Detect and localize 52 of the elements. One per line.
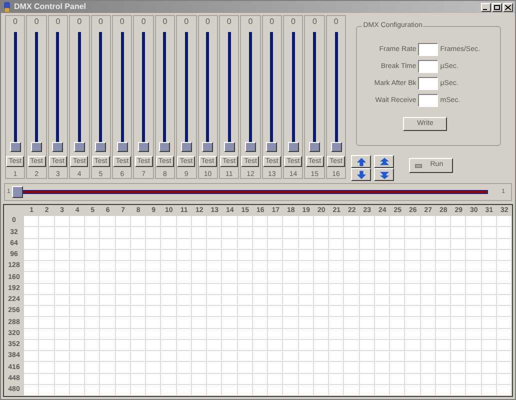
close-button[interactable] bbox=[503, 2, 513, 12]
fader-thumb[interactable] bbox=[159, 142, 170, 152]
fader-thumb[interactable] bbox=[180, 142, 192, 152]
input-field[interactable] bbox=[418, 77, 438, 90]
channel-value: 0 bbox=[98, 18, 103, 26]
channel-value: 0 bbox=[162, 18, 168, 26]
channel-value: 0 bbox=[334, 18, 338, 26]
fader-thumb[interactable] bbox=[74, 142, 85, 152]
fader-thumb[interactable] bbox=[138, 142, 150, 152]
channel-value: 0 bbox=[34, 18, 39, 26]
maximize-button[interactable] bbox=[492, 2, 502, 12]
app-icon bbox=[3, 2, 11, 12]
up-arrow-button[interactable] bbox=[351, 155, 372, 168]
bank-slider-thumb[interactable] bbox=[12, 186, 24, 198]
fader-thumb[interactable] bbox=[31, 142, 42, 152]
fader-thumb[interactable] bbox=[116, 142, 128, 152]
up-arrow-button[interactable] bbox=[374, 155, 394, 168]
maximize-icon bbox=[494, 4, 500, 10]
close-icon bbox=[505, 4, 511, 10]
fader-thumb[interactable] bbox=[266, 142, 278, 152]
channel-value: 0 bbox=[291, 18, 296, 26]
fader-thumb[interactable] bbox=[330, 142, 342, 152]
window-title: DMX Control Panel bbox=[14, 3, 86, 11]
fader-thumb[interactable] bbox=[288, 142, 299, 152]
channel-value: 0 bbox=[184, 18, 189, 26]
channel-value: 0 bbox=[248, 18, 253, 26]
fader-thumb[interactable] bbox=[309, 142, 320, 152]
down-arrow-button[interactable] bbox=[351, 168, 372, 181]
up-arrow-icon bbox=[356, 156, 367, 166]
fader-thumb[interactable] bbox=[224, 142, 235, 152]
fader-thumb[interactable] bbox=[52, 142, 64, 152]
input-field[interactable] bbox=[418, 60, 438, 73]
channel-value: 0 bbox=[141, 18, 146, 26]
channel-value: 0 bbox=[77, 18, 82, 26]
minimize-button[interactable] bbox=[481, 2, 491, 12]
channel-value: 0 bbox=[270, 18, 274, 26]
fader-thumb[interactable] bbox=[202, 142, 214, 152]
double-down-arrow-icon bbox=[378, 170, 390, 180]
fader-thumb[interactable] bbox=[95, 142, 106, 152]
channel-value: 0 bbox=[12, 18, 18, 26]
fader-thumb[interactable] bbox=[10, 142, 21, 152]
channel-value: 0 bbox=[205, 18, 210, 26]
double-up-arrow-icon bbox=[378, 156, 390, 166]
down-arrow-icon bbox=[356, 170, 367, 180]
input-field[interactable] bbox=[418, 94, 438, 107]
channel-value: 0 bbox=[120, 18, 124, 26]
channel-value: 0 bbox=[226, 18, 232, 26]
down-arrow-button[interactable] bbox=[374, 168, 394, 181]
channel-value: 0 bbox=[56, 18, 60, 26]
input-field[interactable] bbox=[418, 43, 438, 56]
fader-thumb[interactable] bbox=[244, 142, 256, 152]
channel-value: 0 bbox=[312, 18, 317, 26]
